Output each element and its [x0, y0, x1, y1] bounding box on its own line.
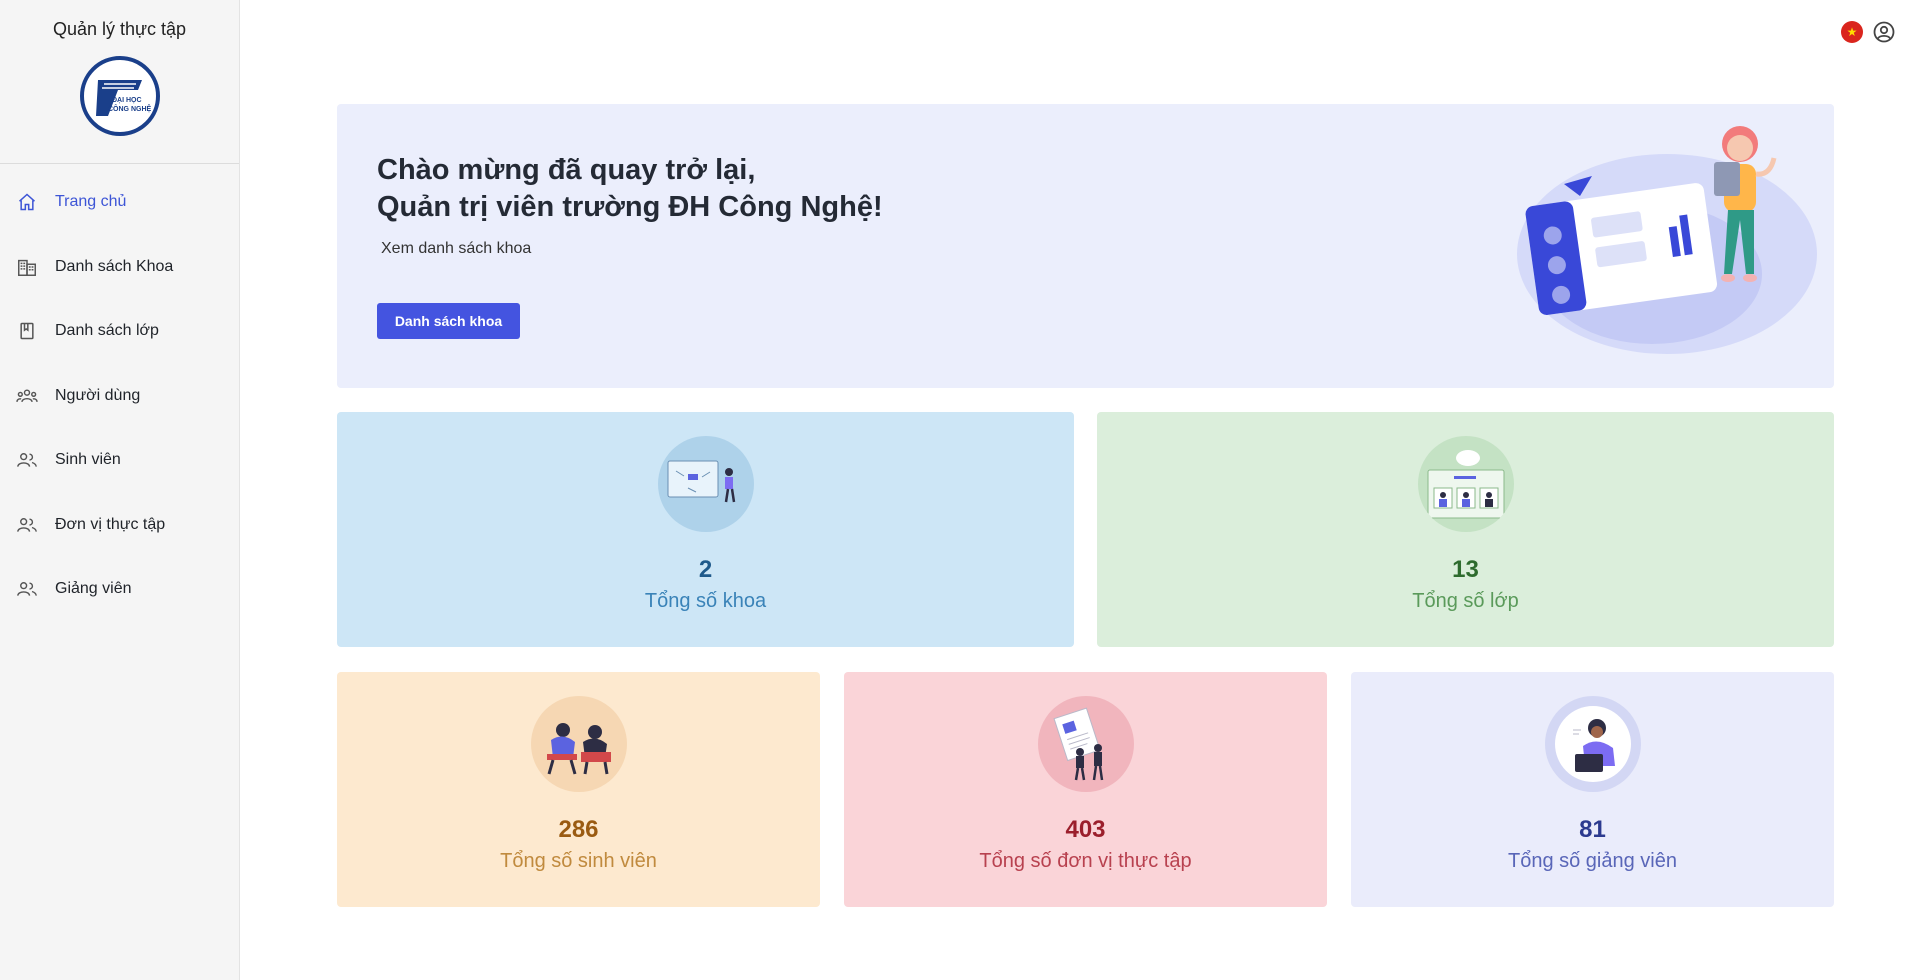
- internship-unit-count: 403: [1065, 816, 1106, 843]
- sidebar-item-don-vi-thuc-tap[interactable]: Đơn vị thực tập: [0, 493, 239, 558]
- sidebar-header: Quản lý thực tập ĐẠI HỌC CÔNG NGHỆ: [0, 0, 239, 164]
- welcome-banner: Chào mừng đã quay trở lại, Quản trị viên…: [337, 104, 1834, 388]
- university-logo[interactable]: ĐẠI HỌC CÔNG NGHỆ: [79, 56, 160, 136]
- sidebar-item-danh-sach-khoa[interactable]: Danh sách Khoa: [0, 235, 239, 300]
- sidebar-item-giang-vien[interactable]: Giảng viên: [0, 557, 239, 622]
- faculty-count: 2: [698, 556, 713, 583]
- lecturer-count-label: Tổng số giảng viên: [1507, 850, 1677, 872]
- lecturer-count: 81: [1579, 816, 1606, 843]
- sidebar-item-trang-chu[interactable]: Trang chủ: [0, 170, 239, 235]
- sidebar-item-label: Danh sách lớp: [55, 322, 159, 340]
- people-icon: [15, 513, 39, 537]
- class-count-label: Tổng số lớp: [1412, 590, 1519, 612]
- stat-card-don-vi-thuc-tap[interactable]: 403 Tổng số đơn vị thực tập: [844, 672, 1327, 907]
- user-circle-icon[interactable]: [1872, 20, 1896, 44]
- lecturer-illustration: [1544, 696, 1641, 792]
- sidebar-nav: Trang chủ Danh sách Khoa Danh sách lớp N…: [0, 164, 239, 622]
- welcome-line-1: Chào mừng đã quay trở lại,: [377, 154, 756, 186]
- faculty-list-button[interactable]: Danh sách khoa: [377, 303, 520, 339]
- people-icon: [15, 577, 39, 601]
- welcome-heading: Chào mừng đã quay trở lại, Quản trị viên…: [377, 152, 883, 226]
- internship-unit-count-label: Tổng số đơn vị thực tập: [979, 850, 1192, 872]
- class-illustration: [1417, 436, 1514, 532]
- faculty-count-label: Tổng số khoa: [644, 590, 767, 612]
- stat-card-sinh-vien[interactable]: 286 Tổng số sinh viên: [337, 672, 820, 907]
- people-icon: [15, 448, 39, 472]
- logo-text-2: CÔNG NGHỆ: [108, 104, 152, 113]
- logo-text-1: ĐẠI HỌC: [112, 97, 142, 104]
- students-illustration: [530, 696, 627, 792]
- class-count: 13: [1452, 556, 1479, 583]
- sidebar-item-label: Trang chủ: [55, 193, 127, 211]
- sidebar: Quản lý thực tập ĐẠI HỌC CÔNG NGHỆ Trang…: [0, 0, 240, 980]
- sidebar-item-label: Sinh viên: [55, 451, 121, 469]
- users-group-icon: [15, 384, 39, 408]
- banner-subtitle: Xem danh sách khoa: [381, 240, 532, 257]
- stat-card-lop[interactable]: 13 Tổng số lớp: [1097, 412, 1834, 647]
- sidebar-item-sinh-vien[interactable]: Sinh viên: [0, 428, 239, 493]
- student-count: 286: [558, 816, 599, 843]
- stat-card-khoa[interactable]: 2 Tổng số khoa: [337, 412, 1074, 647]
- internship-unit-illustration: [1037, 696, 1134, 792]
- book-icon: [15, 319, 39, 343]
- home-icon: [15, 190, 39, 214]
- sidebar-item-label: Danh sách Khoa: [55, 257, 174, 275]
- sidebar-item-nguoi-dung[interactable]: Người dùng: [0, 364, 239, 429]
- welcome-illustration: [1517, 126, 1817, 354]
- app-title: Quản lý thực tập: [52, 19, 187, 39]
- stat-card-giang-vien[interactable]: 81 Tổng số giảng viên: [1351, 672, 1834, 907]
- welcome-line-2: Quản trị viên trường ĐH Công Nghệ!: [377, 191, 883, 223]
- sidebar-item-label: Đơn vị thực tập: [55, 515, 166, 533]
- sidebar-item-label: Người dùng: [55, 386, 141, 404]
- student-count-label: Tổng số sinh viên: [500, 850, 657, 872]
- sidebar-item-label: Giảng viên: [55, 580, 132, 598]
- vietnam-flag-icon[interactable]: ★: [1841, 21, 1863, 43]
- building-icon: [15, 255, 39, 279]
- sidebar-item-danh-sach-lop[interactable]: Danh sách lớp: [0, 299, 239, 364]
- faculty-illustration: [657, 436, 754, 532]
